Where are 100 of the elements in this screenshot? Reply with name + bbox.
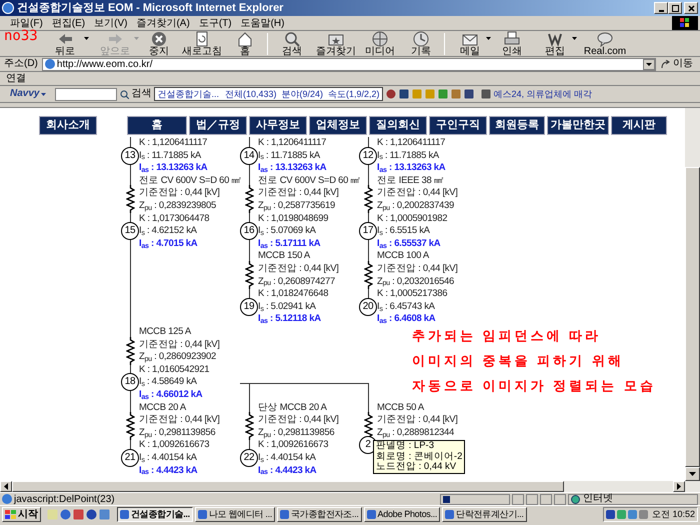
chat-bubble-icon[interactable] [86,509,97,520]
go-button[interactable]: 이동 [658,58,696,70]
toolbar-button[interactable]: Real.com [578,31,632,56]
search-stats: 전체(10,433) 분야(9/24) 속도(1,9/2,2) [224,88,380,100]
toolbar-button[interactable]: 뒤로 [40,31,90,56]
menu-item[interactable]: 즐겨찾기(A) [136,16,190,30]
current-value: I$_{as}$ : 4.4423 kA [139,464,198,476]
minimize-icon[interactable] [654,2,668,14]
site-name[interactable]: 건설종합기술... [157,88,219,100]
navvy-menu-button[interactable]: Navvy [4,88,52,100]
current-value: I$_{as}$ : 4.66012 kA [139,388,202,400]
maximize-icon[interactable] [668,2,682,14]
toolbar-button[interactable]: 인쇄 [492,31,532,56]
parameter-text: 기준전압 : 0,44 [kV] [139,187,220,198]
menu-item[interactable]: 도움말(H) [240,16,284,30]
parameter-text: 전로 IEEE 38 ㎟ [377,174,444,186]
nav-tab[interactable]: 회원등록 [489,116,545,135]
parameter-text: MCCB 20 A [139,402,186,413]
progress-block-icon [443,496,450,502]
clock: 오전 10:52 [652,509,695,520]
parameter-text: 기준전압 : 0,44 [kV] [258,414,339,426]
taskbar-button[interactable]: 단락전류계산기... [442,507,527,522]
menu-item[interactable]: 보기(V) [94,16,128,30]
address-field[interactable]: http://www.eom.co.kr/ [42,58,656,70]
taskbar-button[interactable]: Adobe Photos... [364,507,440,522]
horizontal-scrollbar[interactable] [0,481,700,492]
nav-tab[interactable]: 법／규정 [189,116,247,135]
app-icon [120,510,129,519]
parameter-text: K : 1,1206411117 [139,137,208,148]
toolbar-button[interactable]: 기록 [401,31,441,56]
parameter-text: 기준전압 : 0,44 [kV] [258,262,339,274]
annotation-text: 추가되는 임피던스에 따라 [412,327,602,345]
scroll-thumb[interactable] [685,167,700,467]
parameter-text: 단상 MCCB 20 A [258,402,327,413]
windows-logo-icon [5,510,16,519]
app-icon [445,510,454,519]
toolbar-button[interactable]: 검색 [271,31,313,56]
browser-icon[interactable] [60,509,71,520]
close-icon[interactable] [684,2,698,14]
annotation-text: 이미지의 중복을 피하기 위해 [412,352,625,370]
nav-tab[interactable]: 사무정보 [249,116,307,135]
nav-tab[interactable]: 업체정보 [309,116,367,135]
parameter-text: Z$_{pu}$ : 0,2839239805 [139,200,216,211]
tooltip-line: 회로명 : 콘베이어-2 [376,452,462,462]
forward-arrow-icon [107,31,123,47]
info-icon[interactable] [386,89,396,99]
parameter-text: Z$_{pu}$ : 0,2860923902 [139,351,216,362]
menu-item[interactable]: 파일(F) [10,16,43,30]
node-value: I$_{s}$ : 11.71885 kA [377,150,439,161]
taskbar-button[interactable]: 국가종합전자조... [277,507,362,522]
globe-icon [571,494,580,504]
nav-tab[interactable]: 게시판 [611,116,667,135]
nav-tab[interactable]: 구인구직 [429,116,487,135]
scroll-thumb[interactable] [12,481,564,492]
node-value: I$_{s}$ : 4.40154 kA [139,452,197,463]
parameter-text: Z$_{pu}$ : 0,2981139856 [139,426,216,438]
toolbar-button[interactable]: 홈 [226,31,264,56]
toolbar-button[interactable]: 중지 [140,31,178,56]
menu-item[interactable]: 편집(E) [52,16,86,30]
nav-tab[interactable]: 가볼만한곳 [547,116,609,135]
news-link[interactable]: 예스24, 의류업체에 매각 [494,88,592,100]
status-panel [540,494,552,504]
parameter-text: K : 1,0173064478 [139,212,210,224]
toolbar-button[interactable]: 새로고침 [178,31,226,56]
back-arrow-icon [57,31,73,47]
curved-arrow-icon [661,60,671,68]
start-button[interactable]: 시작 [2,507,41,522]
browser-icon [2,2,14,14]
vertical-scrollbar[interactable] [685,108,700,481]
current-value: I$_{as}$ : 5.12118 kA [258,313,321,324]
caret-icon [134,37,139,40]
current-value: I$_{as}$ : 4.7015 kA [139,238,198,249]
parameter-text: K : 1,0005901982 [377,212,448,224]
toolbar-button[interactable]: 메일 [448,31,492,56]
address-label: 주소(D) [4,58,39,70]
search-icon [120,90,130,98]
search-button[interactable]: 검색 [120,88,152,100]
taskbar-button[interactable]: 건설종합기술... [117,507,193,522]
node-value: I$_{s}$ : 4.40154 kA [258,452,316,463]
toolbar-button[interactable]: 미디어 [359,31,401,56]
toolbar-button[interactable]: 즐겨찾기 [313,31,359,56]
dropdown-icon[interactable] [643,58,655,70]
search-icon [284,31,300,47]
home-icon [237,31,253,47]
menu-item[interactable]: 도구(T) [198,16,232,30]
stop-icon [151,31,167,47]
toolbar-button[interactable]: 편집 [532,31,578,56]
parameter-text: MCCB 125 A [139,326,191,337]
nav-tab[interactable]: 홈 [127,116,187,135]
search-field[interactable] [55,88,118,100]
status-panel [554,494,566,504]
parameter-text: MCCB 100 A [377,250,429,262]
parameter-text: K : 1,0198048699 [258,212,328,224]
page-icon [2,494,12,504]
nav-tab[interactable]: 질의회신 [369,116,427,135]
nav-tab[interactable]: 회사소개 [39,116,97,135]
current-value: I$_{as}$ : 13.13263 kA [139,162,208,174]
parameter-text: 기준전압 : 0,44 [kV] [258,187,339,198]
annotation-text: 자동으로 이미지가 정렬되는 모습 [412,377,656,395]
taskbar-button[interactable]: 나모 웹에디터 ... [194,507,276,522]
